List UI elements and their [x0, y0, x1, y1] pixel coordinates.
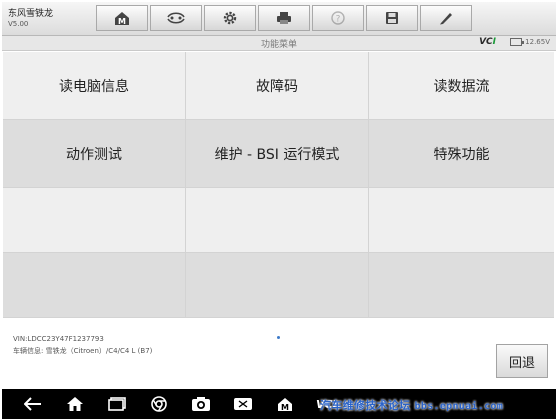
- system-nav-bar: M VCI 汽车维修技术论坛 bbs.epnuai.com: [2, 389, 556, 419]
- print-icon: [277, 12, 291, 24]
- menu-item-actuation-test[interactable]: 动作测试: [3, 120, 186, 188]
- menu-item-bsi-mode[interactable]: 维护 - BSI 运行模式: [186, 120, 369, 188]
- vci-prefix: VC: [479, 37, 493, 47]
- back-button[interactable]: 回退: [496, 344, 548, 378]
- save-button[interactable]: [366, 5, 418, 31]
- home-m-icon: M: [115, 12, 129, 26]
- chrome-button[interactable]: [142, 394, 176, 414]
- vci-status: VCI: [479, 37, 496, 47]
- app-m-icon: M: [278, 398, 292, 412]
- watermark-text: 汽车维修技术论坛: [320, 399, 411, 412]
- vin-label: VIN:LDCC23Y47F1237793: [13, 335, 104, 343]
- svg-text:M: M: [118, 17, 126, 26]
- nav-recent-button[interactable]: [100, 394, 134, 414]
- menu-item-empty: [186, 188, 369, 253]
- app-name: 东风雪铁龙: [8, 9, 54, 19]
- back-arrow-icon: [24, 397, 41, 411]
- watermark-url: bbs.epnuai.com: [414, 401, 504, 412]
- menu-item-special-functions[interactable]: 特殊功能: [369, 120, 554, 188]
- page-title: 功能菜单: [260, 40, 297, 50]
- app-brand: 东风雪铁龙 V5.00: [8, 6, 53, 28]
- camera-icon: [192, 397, 210, 411]
- battery-status: 12.65V: [510, 38, 550, 46]
- screen-record-icon: [234, 398, 252, 410]
- screen-record-button[interactable]: [226, 394, 260, 414]
- vci-suffix: I: [492, 37, 496, 47]
- battery-icon: [510, 38, 525, 46]
- forum-watermark: 汽车维修技术论坛 bbs.epnuai.com: [320, 397, 503, 413]
- title-bar: 功能菜单 VCI 12.65V: [2, 36, 556, 51]
- app-version: V5.00: [8, 20, 29, 28]
- battery-voltage: 12.65V: [525, 38, 550, 46]
- nav-back-button[interactable]: [16, 394, 50, 414]
- save-icon: [386, 12, 398, 24]
- menu-item-empty: [186, 253, 369, 318]
- settings-button[interactable]: [204, 5, 256, 31]
- menu-item-fault-codes[interactable]: 故障码: [186, 52, 369, 120]
- menu-item-empty: [3, 253, 186, 318]
- pen-icon: [440, 13, 452, 25]
- recent-apps-icon: [108, 397, 126, 411]
- help-button[interactable]: ?: [312, 5, 364, 31]
- function-menu-grid: 读电脑信息 故障码 读数据流 动作测试 维护 - BSI 运行模式 特殊功能: [3, 52, 554, 318]
- help-icon: ?: [331, 11, 345, 25]
- menu-item-empty: [3, 188, 186, 253]
- edit-button[interactable]: [420, 5, 472, 31]
- chrome-icon: [151, 396, 167, 412]
- vehicle-info-label: 车辆信息: 雪铁龙（Citroen）/C4/C4 L (B7): [13, 347, 153, 355]
- svg-text:M: M: [281, 403, 289, 412]
- camera-button[interactable]: [184, 394, 218, 414]
- home-button[interactable]: M: [96, 5, 148, 31]
- top-toolbar: 东风雪铁龙 V5.00 M ?: [2, 2, 556, 36]
- svg-text:?: ?: [336, 15, 341, 25]
- print-button[interactable]: [258, 5, 310, 31]
- menu-item-empty: [369, 253, 554, 318]
- footer: VIN:LDCC23Y47F1237793 车辆信息: 雪铁龙（Citroen）…: [3, 330, 554, 388]
- app-m-button[interactable]: M: [268, 394, 302, 414]
- menu-item-read-ecu-info[interactable]: 读电脑信息: [3, 52, 186, 120]
- vehicle-swap-button[interactable]: [150, 5, 202, 31]
- menu-item-live-data[interactable]: 读数据流: [369, 52, 554, 120]
- settings-gear-icon: [223, 11, 237, 25]
- nav-home-button[interactable]: [58, 394, 92, 414]
- home-icon: [67, 397, 83, 411]
- page-indicator: [277, 336, 280, 339]
- menu-item-empty: [369, 188, 554, 253]
- vehicle-swap-icon: [167, 12, 185, 24]
